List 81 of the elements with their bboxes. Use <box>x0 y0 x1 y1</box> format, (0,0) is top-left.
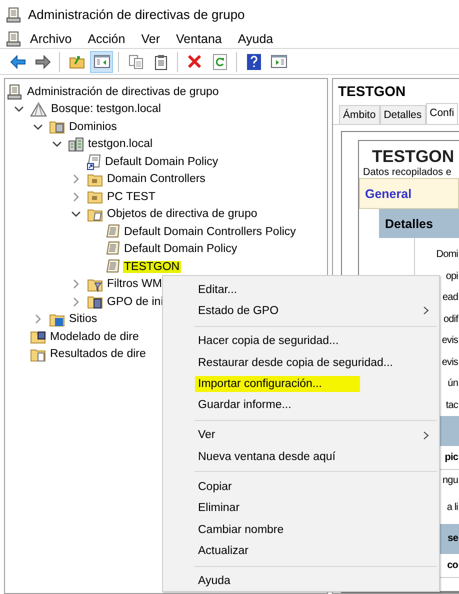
report-text: odif <box>442 312 459 327</box>
scroll-icon <box>106 224 120 240</box>
pane-title: TESTGON <box>337 82 407 101</box>
menu-option[interactable]: Actualizar <box>195 542 252 559</box>
menu-item[interactable]: Ver <box>133 32 168 46</box>
menu-item[interactable]: Acción <box>80 32 134 46</box>
back-arrow-icon <box>10 54 26 68</box>
tree-item[interactable]: Sitios <box>68 313 98 326</box>
tree-item[interactable]: Modelado de dire <box>49 330 140 343</box>
menu-item[interactable]: Archivo <box>22 32 80 46</box>
menu-option[interactable]: Restaurar desde copia de seguridad... <box>195 354 396 371</box>
report-text: ún <box>446 377 459 392</box>
menu-item[interactable]: Ayuda <box>230 32 282 46</box>
tree-item[interactable]: Default Domain Policy <box>123 243 238 256</box>
menu-option[interactable]: Hacer copia de seguridad... <box>195 333 342 350</box>
report-text: a li <box>446 501 459 515</box>
tab[interactable]: Confi <box>426 103 458 124</box>
tree-item[interactable]: Resultados de dire <box>49 348 147 360</box>
system-menu-icon[interactable] <box>6 30 22 46</box>
folder-icon <box>87 276 103 292</box>
tab[interactable]: Detalles <box>380 105 426 124</box>
menu-option[interactable]: Eliminar <box>195 500 243 516</box>
console-icon <box>7 84 23 100</box>
tree-item[interactable]: Dominios <box>68 120 118 133</box>
menu-item[interactable]: Ventana <box>168 32 230 46</box>
report-text: ead <box>442 291 459 306</box>
menu-option[interactable]: Ayuda <box>195 573 234 590</box>
section-header[interactable]: General <box>359 178 459 209</box>
help-icon <box>246 54 260 70</box>
clipboard-icon <box>154 54 168 70</box>
delete-icon <box>187 54 202 69</box>
menu-option[interactable]: Cambiar nombre <box>195 522 287 538</box>
tree-item[interactable]: Bosque: testgon.local <box>50 103 162 116</box>
tree-item[interactable]: TESTGON <box>123 260 181 273</box>
window-title: Administración de directivas de grupo <box>28 7 245 22</box>
menu-option[interactable]: Estado de GPO <box>195 302 282 319</box>
menu-option[interactable]: Ver <box>195 427 218 444</box>
folder-icon <box>87 172 103 187</box>
folder-icon <box>87 294 103 310</box>
menu-option[interactable]: Nueva ventana desde aquí <box>195 448 338 465</box>
refresh-icon <box>212 54 226 70</box>
linked-scroll-icon <box>87 154 101 170</box>
subsection-header[interactable]: Detalles <box>379 209 459 238</box>
tree-item[interactable]: Domain Controllers <box>106 173 206 186</box>
report-text: tac <box>444 398 459 413</box>
report-title: TESTGON <box>371 146 456 167</box>
menu-option[interactable]: Copiar <box>195 479 235 496</box>
folder-icon <box>30 329 46 344</box>
menu-option[interactable]: Importar configuración... <box>195 376 360 392</box>
scroll-icon <box>106 258 120 275</box>
report-text: ngu <box>442 474 459 488</box>
copy-icon <box>128 54 144 70</box>
folder-icon <box>49 312 65 327</box>
report-text: Domi <box>435 248 459 262</box>
folder-icon <box>87 189 103 204</box>
scroll-icon <box>106 241 120 258</box>
report-subtitle: Datos recopilados e <box>362 167 452 178</box>
folder-icon <box>30 346 46 362</box>
toolbar-button[interactable] <box>90 50 113 72</box>
pane-toggle-icon <box>94 55 110 68</box>
menu-option[interactable]: Guardar informe... <box>195 397 294 414</box>
tree-item[interactable]: testgon.local <box>87 138 154 150</box>
report-text: opi <box>444 270 459 284</box>
tree-item[interactable]: Default Domain Controllers Policy <box>123 226 297 238</box>
menu-option[interactable]: Editar... <box>195 282 240 298</box>
tree-item[interactable]: Objetos de directiva de grupo <box>106 208 258 220</box>
folder-up-icon <box>68 54 84 69</box>
report-text: evis <box>440 334 459 348</box>
tree-item[interactable]: Default Domain Policy <box>104 156 220 168</box>
action-pane-icon <box>270 55 286 68</box>
folder-icon <box>49 119 65 134</box>
folder-icon <box>87 206 103 222</box>
forward-arrow-icon <box>34 54 50 68</box>
triangle-icon <box>30 102 47 117</box>
tree-item[interactable]: PC TEST <box>106 190 156 203</box>
tree-item[interactable]: Filtros WM <box>106 278 163 290</box>
tab[interactable]: Ámbito <box>339 105 380 124</box>
building-icon <box>68 136 84 152</box>
app-icon <box>6 6 22 22</box>
tree-item[interactable]: Administración de directivas de grupo <box>26 86 220 98</box>
report-text: evis <box>440 356 459 370</box>
